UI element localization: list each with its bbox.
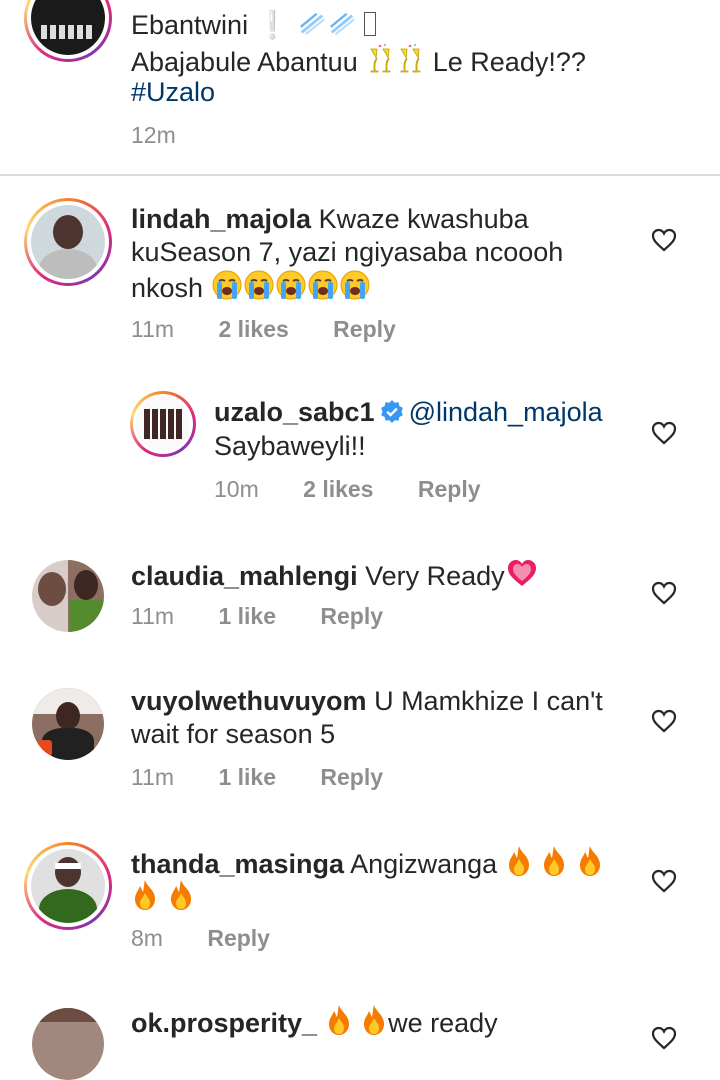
- username-vuyolwethuvuyom[interactable]: vuyolwethuvuyom: [131, 686, 367, 716]
- divider: [0, 174, 720, 176]
- top-comment-line1: Ebantwini ❕: [131, 9, 377, 42]
- avatar-uzalo-top[interactable]: [24, 0, 112, 62]
- comment-meta-lindah: 11m 2 likes Reply: [131, 315, 434, 343]
- username-claudia-mahlengi[interactable]: claudia_mahlengi: [131, 561, 358, 591]
- reply-meta-uzalo: 10m 2 likes Reply: [214, 475, 519, 503]
- avatar-lindah-majola[interactable]: [24, 198, 112, 286]
- like-heart-icon[interactable]: [651, 709, 677, 733]
- comment-text-claudia: claudia_mahlengi Very Ready: [131, 557, 539, 593]
- fire-icon: [131, 879, 159, 911]
- reply-text-uzalo: uzalo_sabc1 @lindah_majola: [214, 396, 603, 429]
- comment-meta-thanda: 8m Reply: [131, 924, 308, 952]
- profile-photo: [31, 205, 105, 279]
- reply-button[interactable]: Reply: [333, 316, 396, 342]
- top-comment-line2: Abajabule Abantuu Le Ready!??: [131, 43, 586, 79]
- reply-text-uzalo-line2: Saybaweyli!!: [214, 431, 366, 461]
- comment-time: 11m: [131, 316, 175, 342]
- fire-icon: [540, 845, 568, 877]
- username-uzalo-sabc1[interactable]: uzalo_sabc1: [214, 397, 375, 427]
- avatar-uzalo-sabc1[interactable]: [130, 391, 196, 457]
- exclamation-icon: ❕: [255, 10, 290, 40]
- comment-text-thanda-line2: [131, 879, 195, 915]
- avatar-thanda-masinga[interactable]: [24, 842, 112, 930]
- crying-face-icon: [243, 269, 275, 301]
- avatar-ok-prosperity[interactable]: [32, 1008, 104, 1080]
- reply-button[interactable]: Reply: [207, 925, 270, 951]
- fire-icon: [576, 845, 604, 877]
- hashtag-uzalo[interactable]: #Uzalo: [131, 76, 215, 109]
- verified-badge-icon: [379, 399, 405, 425]
- reply-button[interactable]: Reply: [320, 764, 383, 790]
- comment-meta-claudia: 11m 1 like Reply: [131, 602, 421, 630]
- like-heart-icon[interactable]: [651, 1026, 677, 1050]
- avatar-vuyolwethuvuyom[interactable]: [32, 688, 104, 760]
- comment-time: 11m: [131, 764, 175, 790]
- reply-button[interactable]: Reply: [418, 476, 481, 502]
- profile-photo: [31, 849, 105, 923]
- avatar-claudia-mahlengi[interactable]: [32, 560, 104, 632]
- comment-text-vuyo-line2: wait for season 5: [131, 719, 336, 749]
- fire-icon: [167, 879, 195, 911]
- comment-text-thanda: thanda_masinga Angizwanga: [131, 845, 604, 881]
- crying-face-icon: [211, 269, 243, 301]
- like-heart-icon[interactable]: [651, 581, 677, 605]
- comment-time: 11m: [131, 603, 175, 629]
- comment-text-vuyo: vuyolwethuvuyom U Mamkhize I can't: [131, 686, 603, 716]
- water-splash-icon: [327, 10, 357, 38]
- crying-face-icon: [275, 269, 307, 301]
- comment-text-lindah-line2: kuSeason 7, yazi ngiyasaba ncoooh: [131, 237, 564, 267]
- top-comment-time: 12m: [131, 122, 176, 148]
- username-lindah-majola[interactable]: lindah_majola: [131, 204, 311, 234]
- comment-meta-vuyo: 11m 1 like Reply: [131, 763, 421, 791]
- like-heart-icon[interactable]: [651, 421, 677, 445]
- username-ok-prosperity[interactable]: ok.prosperity_: [131, 1008, 317, 1038]
- mention-lindah-majola[interactable]: @lindah_majola: [409, 397, 603, 427]
- champagne-icon: [395, 43, 425, 75]
- water-splash-icon: [297, 10, 327, 38]
- uzalo-logo-image: [136, 397, 190, 451]
- likes-count[interactable]: 2 likes: [218, 316, 288, 342]
- like-heart-icon[interactable]: [651, 869, 677, 893]
- comment-text-lindah-line3: nkosh: [131, 269, 371, 305]
- champagne-icon: [365, 43, 395, 75]
- fire-icon: [505, 845, 533, 877]
- comment-text-prosperity: ok.prosperity_ we ready: [131, 1004, 498, 1040]
- likes-count[interactable]: 1 like: [218, 764, 276, 790]
- sparkling-heart-icon: [505, 557, 539, 589]
- crying-face-icon: [307, 269, 339, 301]
- fire-icon: [325, 1004, 353, 1036]
- comment-time: 10m: [214, 476, 259, 502]
- missing-glyph-icon: [364, 12, 377, 36]
- fire-icon: [360, 1004, 388, 1036]
- likes-count[interactable]: 2 likes: [303, 476, 373, 502]
- likes-count[interactable]: 1 like: [218, 603, 276, 629]
- comment-text-lindah: lindah_majola Kwaze kwashuba: [131, 204, 529, 234]
- username-thanda-masinga[interactable]: thanda_masinga: [131, 849, 344, 879]
- comment-time: 8m: [131, 925, 163, 951]
- crying-face-icon: [339, 269, 371, 301]
- reply-button[interactable]: Reply: [320, 603, 383, 629]
- like-heart-icon[interactable]: [651, 228, 677, 252]
